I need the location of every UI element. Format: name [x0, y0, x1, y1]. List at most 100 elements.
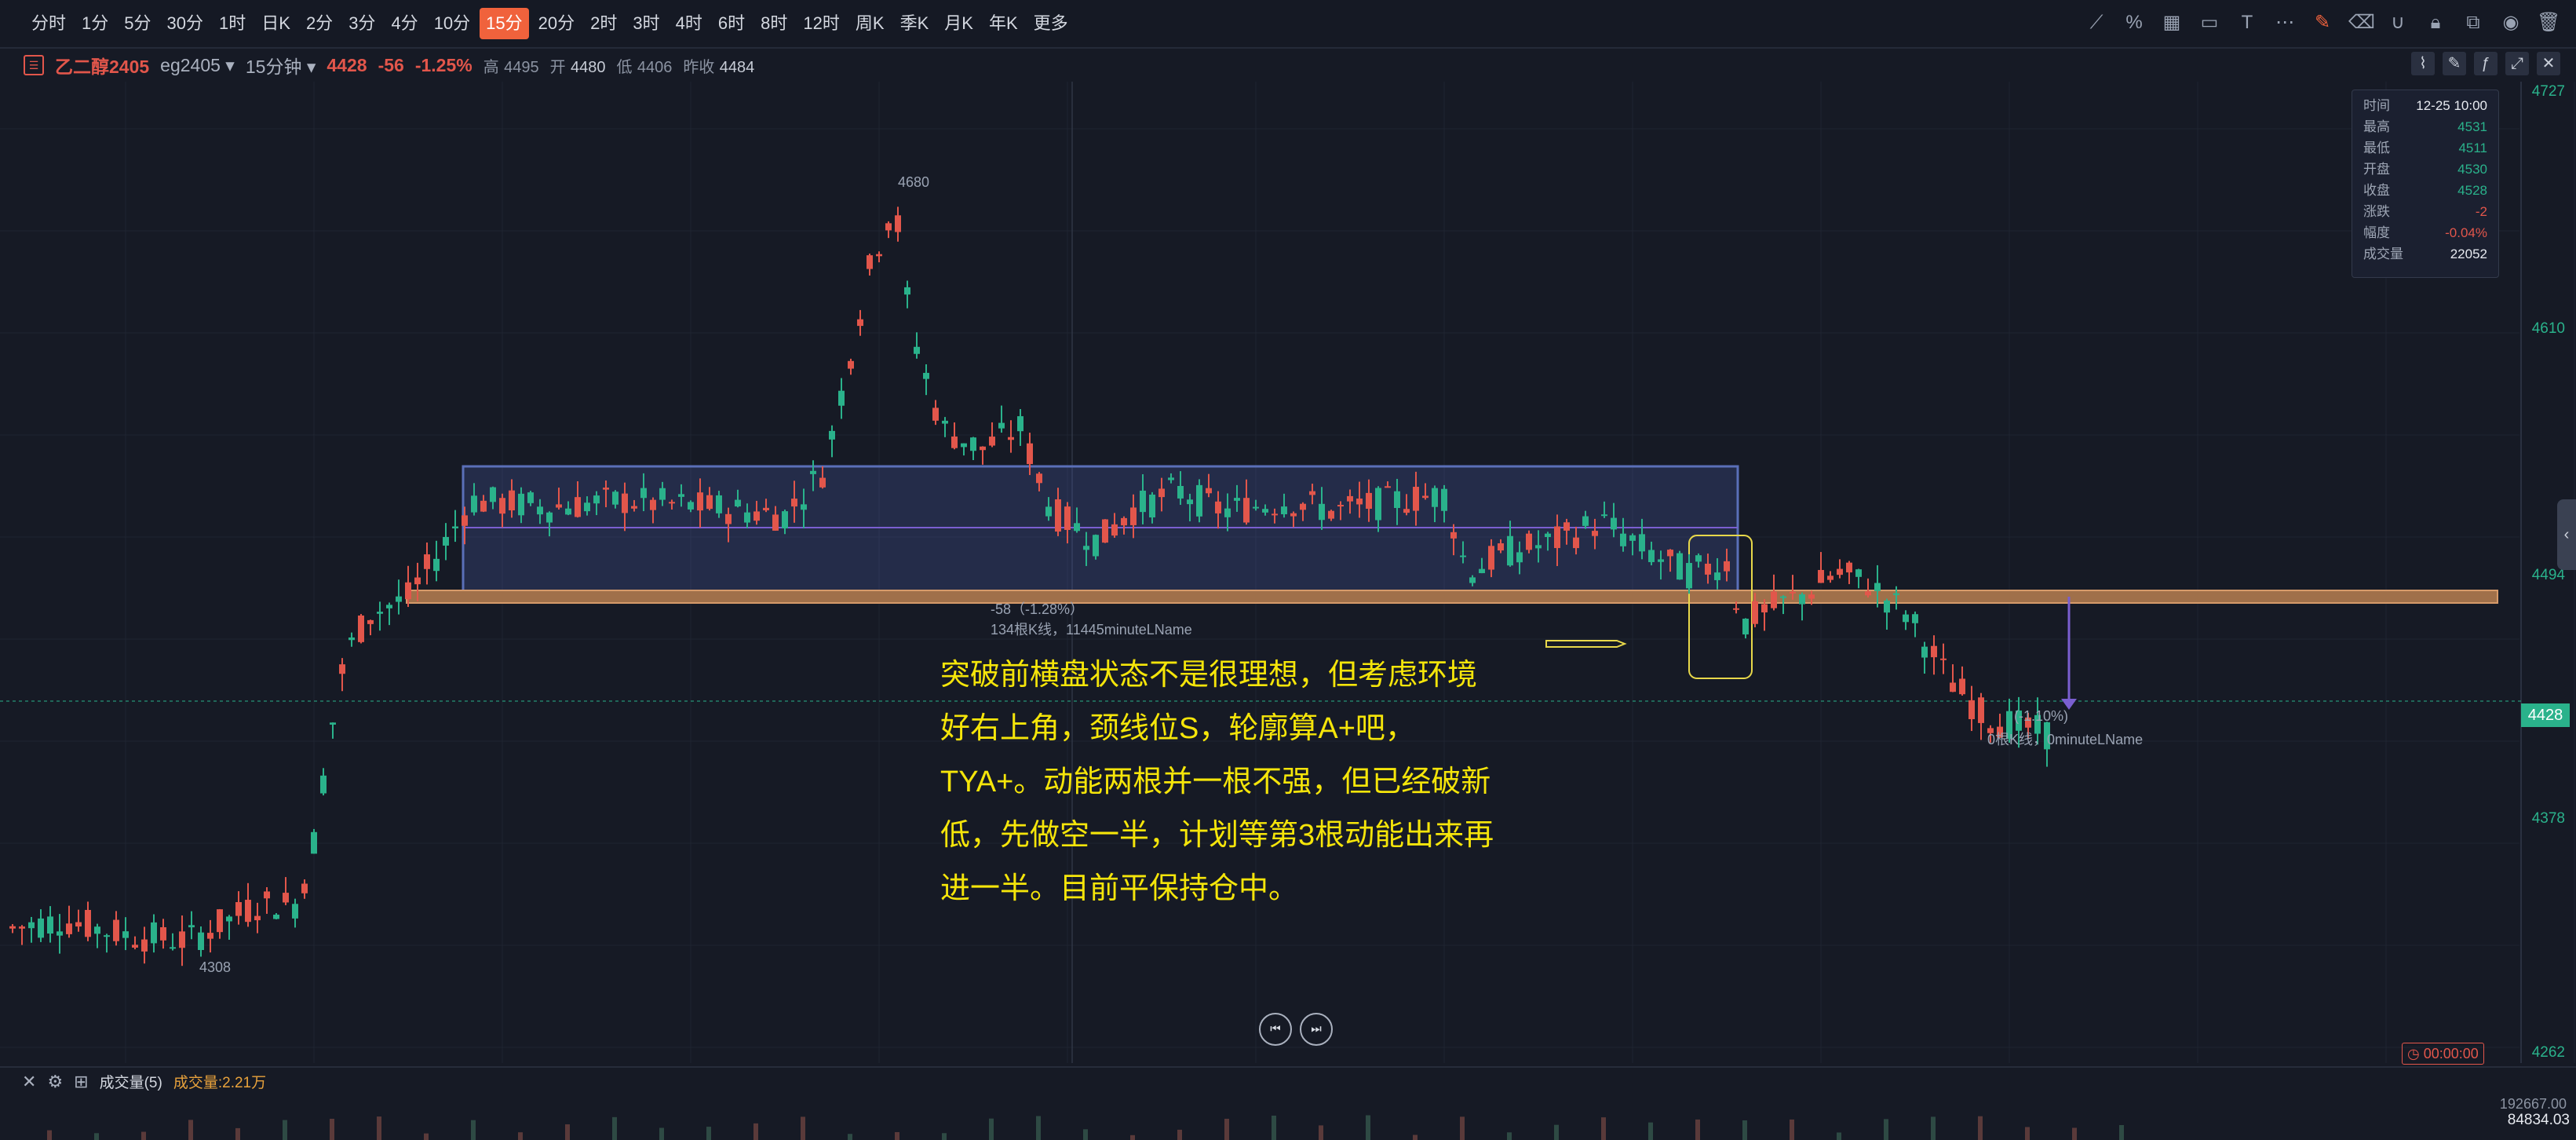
period-button[interactable]: 更多: [1027, 8, 1075, 39]
more-tools-icon[interactable]: ⋯: [2273, 11, 2297, 35]
period-button[interactable]: 6时: [712, 8, 751, 39]
candle-body: [1441, 488, 1447, 511]
measure-label: 0根K线，0minuteLName: [1987, 732, 2144, 747]
rect-tool-icon[interactable]: ▭: [2198, 11, 2221, 35]
period-button[interactable]: 4时: [670, 8, 709, 39]
candle-body: [1450, 532, 1457, 539]
chart-type-icon[interactable]: ⌇: [2411, 52, 2435, 75]
eye-icon[interactable]: ◉: [2499, 11, 2523, 35]
period-button[interactable]: 12时: [797, 8, 845, 39]
settings-icon[interactable]: ⚙: [47, 1072, 63, 1092]
lock-icon[interactable]: 🔒︎: [2424, 11, 2447, 35]
symbol-code-dropdown[interactable]: eg2405 ▾: [160, 55, 235, 76]
candle-body: [1064, 506, 1071, 530]
annotation-line: 进一半。目前平保持仓中。: [940, 872, 1299, 905]
candle-body: [405, 582, 411, 600]
line-tool-icon[interactable]: ⟋: [2085, 11, 2108, 35]
close-icon[interactable]: ✕: [2537, 52, 2560, 75]
candle-body: [546, 512, 553, 523]
trash-icon[interactable]: 🗑︎: [2537, 11, 2560, 35]
period-button[interactable]: 3时: [626, 8, 666, 39]
period-button[interactable]: 周K: [849, 8, 891, 39]
period-button[interactable]: 4分: [385, 8, 424, 39]
period-button[interactable]: 5分: [118, 8, 157, 39]
edit-icon[interactable]: ✎: [2311, 11, 2334, 35]
calendar-tool-icon[interactable]: ▦: [2160, 11, 2184, 35]
candle-body: [932, 407, 939, 421]
candle-body: [857, 319, 863, 327]
candle-body: [1130, 507, 1137, 525]
candle-body: [631, 506, 637, 509]
candle-body: [179, 931, 185, 948]
candlestick-canvas[interactable]: [0, 82, 2576, 1063]
magnet-icon[interactable]: ∪: [2386, 11, 2410, 35]
forward-icon[interactable]: ⏭︎: [1300, 1013, 1333, 1046]
candle-body: [1422, 495, 1428, 499]
candle-body: [669, 502, 675, 504]
candle-body: [414, 577, 421, 585]
candle-body: [1742, 618, 1749, 635]
close-indicator-icon[interactable]: ✕: [22, 1072, 36, 1092]
draw-icon[interactable]: ✎: [2443, 52, 2466, 75]
ohlc-key: 最高: [2363, 119, 2390, 134]
replay-timer[interactable]: ◷ 00:00:00: [2402, 1043, 2484, 1065]
symbol-list-icon[interactable]: ☰: [24, 55, 44, 75]
period-button[interactable]: 日K: [255, 8, 297, 39]
fib-tool-icon[interactable]: %: [2122, 11, 2146, 35]
candle-body: [612, 491, 618, 505]
period-button[interactable]: 30分: [161, 8, 210, 39]
period-button[interactable]: 1分: [75, 8, 115, 39]
kline-chart[interactable]: 4727 4610 4494 4378 4262 4428 4680 4308 …: [0, 82, 2576, 1063]
fullscreen-icon[interactable]: ⤢: [2505, 52, 2529, 75]
volume-bar: [1460, 1116, 1465, 1140]
candle-body: [1036, 473, 1042, 484]
candle-body: [188, 925, 195, 928]
candle-body: [1158, 488, 1165, 498]
period-button[interactable]: 季K: [894, 8, 936, 39]
volume-indicator-name[interactable]: 成交量(5): [100, 1071, 162, 1092]
price-change: -56: [378, 54, 404, 75]
candle-body: [1479, 568, 1485, 574]
candle-body: [1206, 488, 1212, 494]
annotation-text[interactable]: 突破前横盘状态不是很理想，但考虑环境 好右上角，颈线位S，轮廓算A+吧， TYA…: [940, 649, 1537, 915]
period-button[interactable]: 月K: [938, 8, 980, 39]
price-axis-label: 4494: [2531, 567, 2565, 583]
period-button[interactable]: 2分: [300, 8, 339, 39]
eraser-icon[interactable]: ⌫: [2348, 11, 2375, 35]
period-button[interactable]: 1时: [213, 8, 252, 39]
candle-body: [207, 933, 213, 939]
add-indicator-icon[interactable]: ⊞: [74, 1072, 88, 1092]
candle-body: [1818, 569, 1824, 583]
candle-body: [1375, 488, 1381, 521]
text-tool-icon[interactable]: T: [2235, 11, 2259, 35]
period-button[interactable]: 3分: [342, 8, 381, 39]
collapse-panel-icon[interactable]: ‹: [2557, 499, 2576, 570]
candle-body: [1055, 499, 1061, 532]
candle-body: [1846, 562, 1852, 573]
copy-icon[interactable]: ⧉: [2461, 11, 2485, 35]
candle-body: [1563, 522, 1570, 531]
indicator-icon[interactable]: ƒ: [2474, 52, 2498, 75]
period-button[interactable]: 分时: [25, 8, 72, 39]
interval-dropdown[interactable]: 15分钟 ▾: [246, 52, 316, 79]
volume-bar: [659, 1127, 664, 1140]
candle-body: [998, 422, 1005, 429]
candle-body: [885, 223, 892, 231]
candle-body: [1620, 533, 1626, 546]
rewind-icon[interactable]: ⏮︎: [1259, 1013, 1292, 1046]
period-button[interactable]: 2时: [584, 8, 623, 39]
period-button[interactable]: 20分: [532, 8, 581, 39]
period-button[interactable]: 10分: [428, 8, 476, 39]
candle-body: [575, 497, 581, 517]
candle-body: [104, 935, 110, 937]
period-button[interactable]: 8时: [754, 8, 794, 39]
symbol-name[interactable]: 乙二醇2405: [55, 52, 149, 79]
ohlc-value: -2: [2475, 204, 2487, 219]
candle-body: [1893, 593, 1899, 595]
period-button[interactable]: 年K: [983, 8, 1024, 39]
volume-bar: [1319, 1125, 1323, 1140]
ohlc-key: 最低: [2363, 141, 2390, 155]
candle-body: [292, 904, 298, 919]
period-button[interactable]: 15分: [480, 8, 529, 39]
candle-body: [330, 722, 336, 725]
